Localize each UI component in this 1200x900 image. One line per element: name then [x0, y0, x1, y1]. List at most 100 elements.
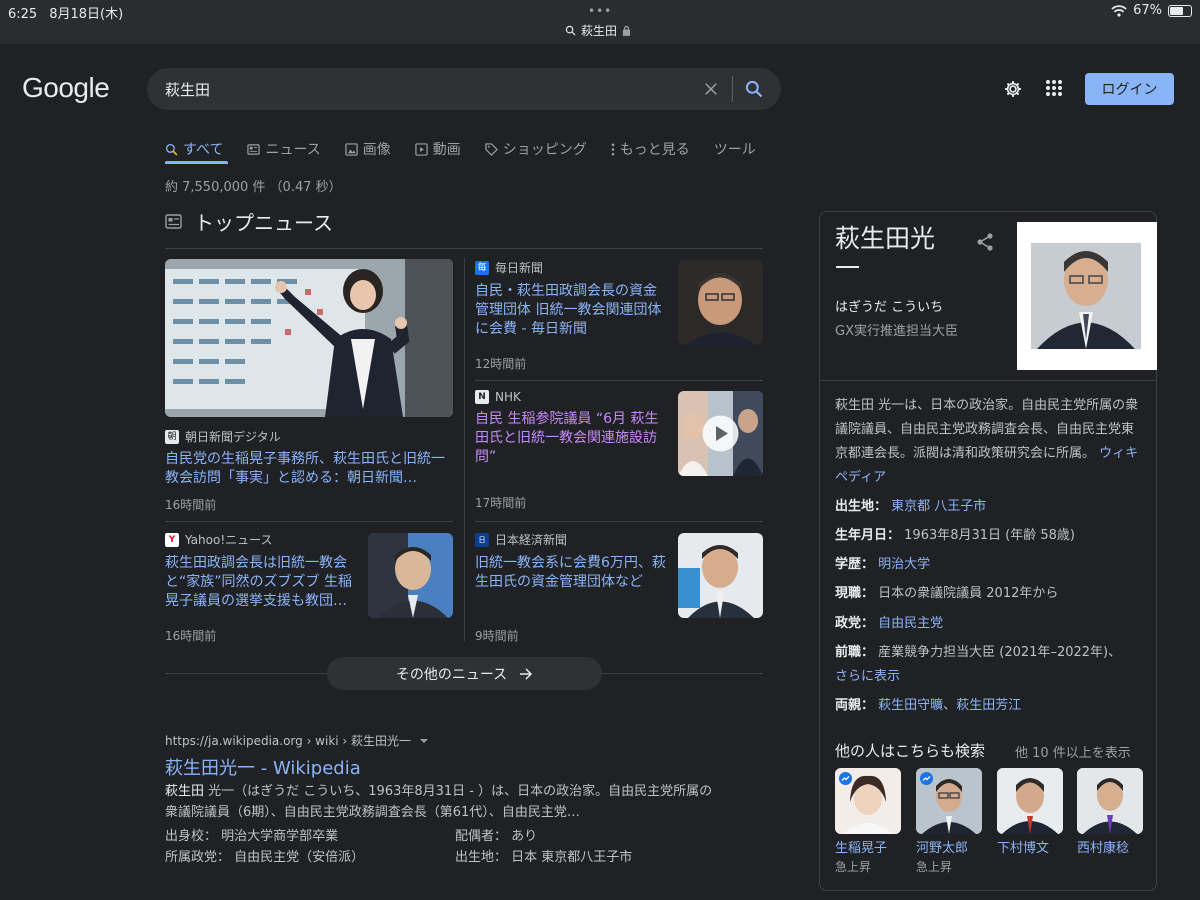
- fact-value: 明治大学商学部卒業: [221, 829, 339, 844]
- fact-label: 出生地：: [835, 499, 888, 514]
- fact-value: あり: [511, 829, 538, 844]
- header-icons: [1003, 79, 1063, 99]
- snippet-highlight: 萩生田: [165, 784, 205, 799]
- show-more-link[interactable]: さらに表示: [835, 669, 900, 684]
- news-thumbnail: [165, 259, 453, 417]
- result-title[interactable]: 萩生田光一 - Wikipedia: [165, 754, 361, 780]
- news-card[interactable]: 毎 毎日新聞 自民・萩生田政調会長の資金管理団体 旧統一教会関連団体に会費 - …: [475, 259, 763, 371]
- related-person[interactable]: 下村博文: [997, 768, 1063, 858]
- multitasking-dots-icon[interactable]: •••: [588, 4, 612, 18]
- person-name: 河野太郎: [916, 841, 969, 856]
- caret-down-icon[interactable]: [419, 737, 429, 745]
- parent-link[interactable]: 萩生田芳江: [956, 698, 1021, 713]
- google-logo[interactable]: Google: [22, 72, 110, 104]
- news-thumbnail: [678, 533, 763, 618]
- more-news-button[interactable]: その他のニュース: [327, 657, 602, 690]
- trending-icon: [920, 772, 933, 785]
- lock-icon: [622, 25, 631, 36]
- news-time: 17時間前: [475, 496, 527, 510]
- parent-link[interactable]: 萩生田守曠: [878, 698, 943, 713]
- login-button[interactable]: ログイン: [1085, 73, 1174, 105]
- news-source-name: 日本経済新聞: [495, 533, 568, 547]
- divider: [464, 258, 465, 642]
- tab-images[interactable]: 画像: [345, 134, 391, 164]
- fact-label: 配偶者：: [455, 829, 508, 844]
- search-icon[interactable]: [744, 79, 764, 99]
- top-news-title: トップニュース: [194, 211, 333, 235]
- nhk-favicon-icon: N: [475, 390, 489, 404]
- kp-fact-birthdate: 生年月日： 1963年8月31日 (年齢 58歳): [835, 524, 1135, 548]
- news-card-featured[interactable]: 朝 朝日新聞デジタル 自民党の生稲晃子事務所、萩生田氏と旧統一教会訪問「事実」と…: [165, 259, 453, 513]
- tab-label: ニュース: [265, 142, 321, 158]
- kp-role: GX実行推進担当大臣: [835, 324, 958, 339]
- tab-more[interactable]: もっと見る: [611, 134, 690, 164]
- news-card[interactable]: N NHK 自民 生稲参院議員 “6月 萩生田氏と旧統一教会関連施設訪問” 17…: [475, 390, 763, 510]
- fact-label: 出生地：: [455, 850, 508, 865]
- news-card[interactable]: 日 日本経済新聞 旧統一教会系に会費6万円、萩生田氏の資金管理団体など 9時間前: [475, 531, 763, 643]
- kp-fact-education: 学歴： 明治大学: [835, 553, 1135, 577]
- news-source-name: Yahoo!ニュース: [185, 533, 273, 547]
- kp-name: 萩生田光一: [835, 224, 936, 283]
- kp-description-text: 萩生田 光一は、日本の政治家。自由民主党所属の衆議院議員、自由民主党政務調査会長…: [835, 398, 1139, 461]
- kp-fact-current: 現職： 日本の衆議院議員 2012年から: [835, 582, 1135, 606]
- status-date: 8月18日(木): [49, 7, 124, 22]
- result-snippet: 萩生田 光一（はぎうだ こういち、1963年8月31日 - ）は、日本の政治家。…: [165, 781, 725, 823]
- kp-description: 萩生田 光一は、日本の政治家。自由民主党所属の衆議院議員、自由民主党政務調査会長…: [835, 394, 1145, 490]
- person-name: 西村康稔: [1077, 841, 1130, 856]
- related-person[interactable]: 河野太郎 急上昇: [916, 768, 982, 875]
- search-input[interactable]: 萩生田: [165, 79, 210, 100]
- news-title[interactable]: 自民・萩生田政調会長の資金管理団体 旧統一教会関連団体に会費 - 毎日新聞: [475, 282, 670, 339]
- news-title[interactable]: 萩生田政調会長は旧統一教会と“家族”同然のズブズブ 生稲晃子議員の選挙支援も教団…: [165, 554, 360, 611]
- clear-icon[interactable]: [702, 80, 720, 98]
- result-url[interactable]: https://ja.wikipedia.org › wiki › 萩生田光一: [165, 732, 429, 749]
- search-box[interactable]: 萩生田: [147, 68, 781, 110]
- fact-label: 所属政党：: [165, 850, 231, 865]
- person-photo: [835, 768, 901, 834]
- kp-portrait[interactable]: [1017, 222, 1157, 370]
- person-trend: 急上昇: [835, 860, 872, 874]
- top-news-heading: トップニュース: [165, 207, 333, 236]
- tab-news[interactable]: ニュース: [247, 134, 321, 164]
- news-title[interactable]: 自民党の生稲晃子事務所、萩生田氏と旧統一教会訪問「事実」と認める：朝日新聞…: [165, 450, 453, 488]
- tab-shopping[interactable]: ショッピング: [485, 134, 587, 164]
- kp-reading: はぎうだ こういち: [835, 300, 944, 315]
- tab-label: 動画: [432, 142, 461, 158]
- result-fact: 出身校： 明治大学商学部卒業: [165, 826, 338, 847]
- search-tabs: すべて ニュース 画像 動画 ショッピング もっと見る ツール: [165, 134, 780, 164]
- news-source: 朝 朝日新聞デジタル: [165, 428, 453, 445]
- birthplace-link[interactable]: 東京都 八王子市: [891, 499, 986, 514]
- party-link[interactable]: 自由民主党: [878, 616, 943, 631]
- divider: [165, 248, 763, 249]
- tab-label: すべて: [183, 142, 224, 158]
- search-divider: [732, 76, 733, 102]
- news-video-thumbnail[interactable]: [678, 391, 763, 476]
- news-card[interactable]: Y Yahoo!ニュース 萩生田政調会長は旧統一教会と“家族”同然のズブズブ 生…: [165, 531, 453, 643]
- arrow-right-icon: [520, 667, 533, 680]
- divider: [475, 521, 763, 522]
- apps-grid-icon[interactable]: [1045, 79, 1063, 97]
- fact-label: 前職：: [835, 645, 875, 660]
- news-title[interactable]: 旧統一教会系に会費6万円、萩生田氏の資金管理団体など: [475, 554, 670, 592]
- tab-tools[interactable]: ツール: [714, 134, 756, 164]
- tab-videos[interactable]: 動画: [415, 134, 461, 164]
- person-name: 下村博文: [997, 841, 1050, 856]
- kp-fact-birthplace: 出生地： 東京都 八王子市: [835, 495, 1135, 519]
- share-icon[interactable]: [975, 232, 995, 252]
- play-icon[interactable]: [702, 415, 739, 452]
- fact-label: 出身校：: [165, 829, 218, 844]
- person-name: 生稲晃子: [835, 841, 888, 856]
- address-bar[interactable]: 萩生田: [565, 22, 631, 39]
- divider: [165, 521, 453, 522]
- news-thumbnail: [368, 533, 453, 618]
- show-more-people-link[interactable]: 他 10 件以上を表示: [1015, 742, 1131, 761]
- mainichi-favicon-icon: 毎: [475, 260, 489, 275]
- related-person[interactable]: 生稲晃子 急上昇: [835, 768, 901, 875]
- fact-label: 政党：: [835, 616, 875, 631]
- settings-gear-icon[interactable]: [1003, 79, 1023, 99]
- tab-all[interactable]: すべて: [165, 134, 223, 164]
- news-title[interactable]: 自民 生稲参院議員 “6月 萩生田氏と旧統一教会関連施設訪問”: [475, 410, 670, 467]
- trending-icon: [839, 772, 852, 785]
- education-link[interactable]: 明治大学: [878, 557, 930, 572]
- more-vert-icon: [611, 143, 615, 155]
- related-person[interactable]: 西村康稔: [1077, 768, 1143, 858]
